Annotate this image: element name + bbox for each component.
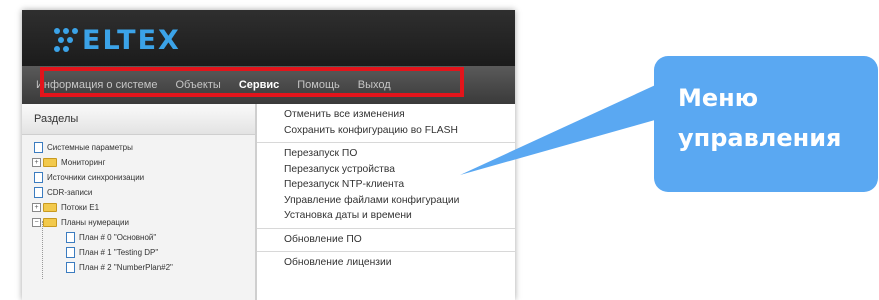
callout-line-2: управления [678,124,842,152]
callout-line-1: Меню [678,84,759,112]
callout-bubble: Меню управления [654,56,878,192]
